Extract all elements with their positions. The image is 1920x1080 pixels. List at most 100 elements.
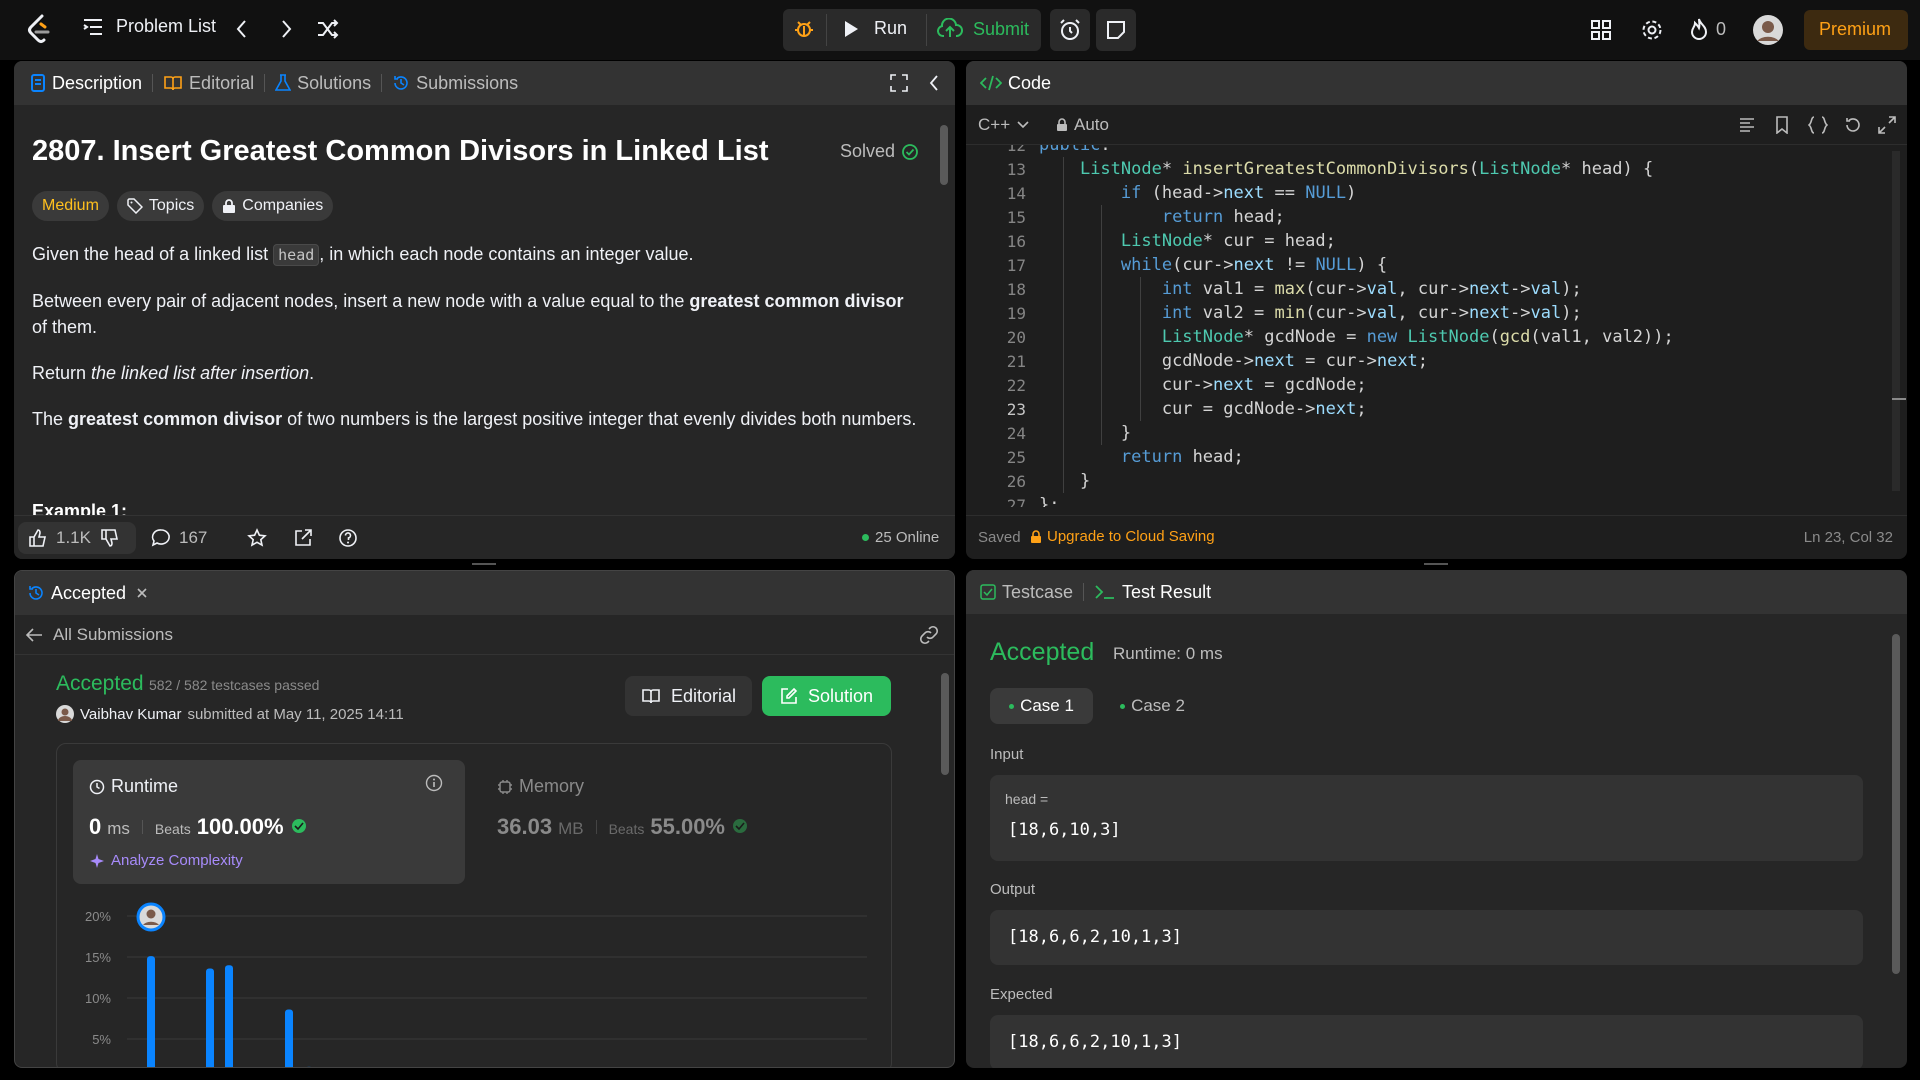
- layout-icon[interactable]: [1590, 19, 1612, 41]
- dislike-button[interactable]: [100, 528, 120, 553]
- expand-icon[interactable]: [1878, 116, 1896, 134]
- all-submissions-link[interactable]: All Submissions: [25, 625, 173, 645]
- timer-icon[interactable]: [1058, 18, 1082, 42]
- next-problem-icon[interactable]: [278, 18, 294, 40]
- distribution-bar[interactable]: [225, 965, 233, 1068]
- distribution-bar[interactable]: [206, 968, 214, 1068]
- tab-submissions[interactable]: Submissions: [382, 73, 528, 94]
- y-tick-label: 10%: [85, 991, 111, 1006]
- indent-guide: [1101, 205, 1102, 445]
- collapse-icon[interactable]: [928, 74, 940, 92]
- fullscreen-icon[interactable]: [890, 74, 908, 92]
- share-icon[interactable]: [293, 528, 313, 553]
- problem-list-button[interactable]: Problem List: [82, 16, 216, 37]
- info-icon[interactable]: [425, 774, 443, 792]
- tab-test-result[interactable]: Test Result: [1084, 582, 1221, 603]
- editor-footer: Saved Upgrade to Cloud Saving Ln 23, Col…: [966, 515, 1907, 559]
- testcase-scrollbar[interactable]: [1892, 634, 1900, 974]
- example-heading: Example 1:: [32, 501, 128, 515]
- help-icon[interactable]: [338, 528, 358, 553]
- distribution-bar[interactable]: [305, 1066, 313, 1068]
- tab-accepted[interactable]: Accepted: [15, 583, 158, 604]
- settings-gear-icon[interactable]: [1640, 18, 1664, 42]
- solution-button[interactable]: Solution: [762, 676, 891, 716]
- tab-accepted-label: Accepted: [51, 582, 127, 603]
- comments-button[interactable]: 167: [151, 528, 207, 548]
- format-icon[interactable]: [1738, 116, 1756, 134]
- solved-label: Solved: [840, 141, 896, 161]
- streak-counter[interactable]: 0: [1690, 17, 1726, 41]
- output-label: Output: [990, 881, 1036, 898]
- avatar[interactable]: [1753, 15, 1783, 45]
- submit-button[interactable]: Submit: [937, 18, 1029, 40]
- difficulty-badge[interactable]: Medium: [32, 191, 109, 221]
- runtime-card[interactable]: Runtime 0 ms Beats 100.00% Analyze Compl…: [73, 760, 465, 884]
- vertical-resize-handle[interactable]: [1424, 563, 1448, 565]
- code-line: cur = gcdNode->next;: [1161, 399, 1367, 419]
- run-label: Run: [874, 18, 908, 38]
- analyze-complexity-label: Analyze Complexity: [111, 852, 243, 869]
- avatar[interactable]: [56, 705, 74, 723]
- saved-status: Saved: [978, 529, 1021, 546]
- upgrade-link[interactable]: Upgrade to Cloud Saving: [1030, 528, 1215, 545]
- shuffle-icon[interactable]: [316, 18, 340, 40]
- list-icon: [82, 17, 104, 37]
- tab-description[interactable]: Description: [14, 73, 152, 94]
- analyze-complexity-button[interactable]: Analyze Complexity: [89, 852, 243, 869]
- description-scrollbar[interactable]: [940, 125, 948, 185]
- favorite-star-icon[interactable]: [247, 528, 267, 553]
- topics-button[interactable]: Topics: [116, 191, 205, 221]
- link-icon[interactable]: [918, 625, 940, 645]
- description-tabs: Description Editorial Solutions Submissi…: [14, 61, 955, 105]
- memory-value: 36.03: [497, 814, 553, 839]
- like-button[interactable]: 1.1K: [28, 528, 91, 548]
- runtime-value: 0: [89, 814, 102, 839]
- notes-icon[interactable]: [1105, 19, 1127, 41]
- submission-tabs: Accepted: [15, 571, 954, 615]
- braces-icon[interactable]: [1808, 116, 1828, 134]
- close-icon[interactable]: [136, 587, 148, 599]
- leetcode-badge-icon: [290, 818, 308, 834]
- book-icon: [641, 688, 661, 704]
- editor-toolbar: C++ Auto: [966, 105, 1907, 145]
- vertical-resize-handle[interactable]: [472, 563, 496, 565]
- sparkle-icon: [89, 853, 105, 869]
- submission-scrollbar[interactable]: [941, 673, 949, 775]
- prev-problem-icon[interactable]: [234, 18, 250, 40]
- tab-solutions[interactable]: Solutions: [265, 73, 381, 94]
- companies-button[interactable]: Companies: [212, 191, 334, 221]
- check-circle-icon: [901, 143, 919, 161]
- code-editor[interactable]: 12 public: 13 ListNode* insertGreatestComm…: [966, 145, 1886, 507]
- tab-editorial[interactable]: Editorial: [153, 73, 264, 94]
- inline-code-head: head: [273, 244, 320, 266]
- line-number: 12: [1006, 145, 1026, 155]
- code-line: gcdNode->next = cur->next;: [1161, 351, 1429, 371]
- case-2-tab[interactable]: Case 2: [1101, 688, 1204, 724]
- case-1-tab[interactable]: Case 1: [990, 688, 1093, 724]
- memory-card[interactable]: Memory 36.03 MB Beats 55.00%: [481, 760, 873, 884]
- code-scrollbar[interactable]: [1892, 151, 1900, 491]
- distribution-bar[interactable]: [147, 956, 155, 1068]
- author-name[interactable]: Vaibhav Kumar: [80, 706, 181, 723]
- line-number: 17: [1006, 256, 1026, 275]
- reset-icon[interactable]: [1844, 116, 1862, 134]
- language-select[interactable]: C++: [978, 115, 1030, 135]
- auto-label: Auto: [1074, 115, 1109, 134]
- memory-unit: MB: [558, 819, 584, 838]
- leetcode-logo-icon[interactable]: [26, 14, 52, 44]
- editorial-button[interactable]: Editorial: [625, 676, 752, 716]
- debugger-icon[interactable]: [793, 18, 815, 40]
- tab-testcase[interactable]: Testcase: [966, 582, 1083, 603]
- indent-guide: [1063, 157, 1064, 493]
- pass-dot-icon: [1120, 703, 1126, 709]
- bookmark-icon[interactable]: [1774, 116, 1790, 134]
- output-value: [18,6,6,2,10,1,3]: [1008, 927, 1182, 947]
- line-number: 24: [1006, 424, 1026, 443]
- tab-code[interactable]: Code: [966, 73, 1061, 94]
- run-button[interactable]: Run: [842, 18, 907, 39]
- auto-mode[interactable]: Auto: [1056, 115, 1109, 135]
- result-runtime: Runtime: 0 ms: [1113, 644, 1223, 663]
- your-runtime-marker-avatar[interactable]: [136, 902, 166, 932]
- cloud-upload-icon: [937, 18, 963, 40]
- distribution-bar[interactable]: [285, 1009, 293, 1068]
